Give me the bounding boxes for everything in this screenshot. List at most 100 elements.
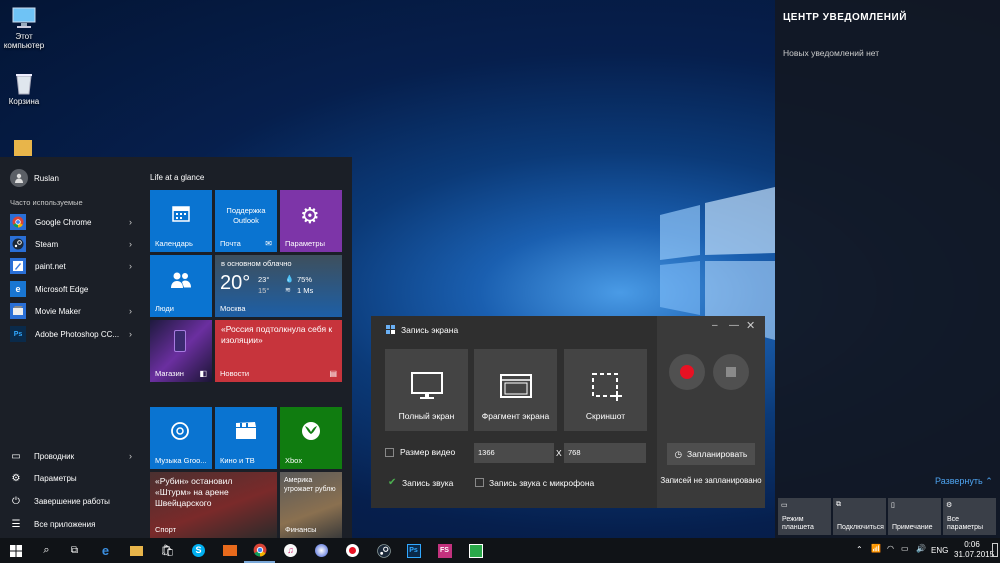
task-view-icon[interactable]: ⧉ [59, 538, 90, 563]
app-steam[interactable]: Steam › [10, 234, 134, 254]
recorder-title-bar: Запись экрана [386, 325, 458, 335]
user-account[interactable]: Ruslan [10, 168, 59, 188]
mic-checkbox[interactable] [475, 478, 484, 487]
user-avatar-icon [10, 169, 28, 187]
mode-region-button[interactable]: Фрагмент экрана [474, 349, 557, 431]
itunes-icon[interactable]: ♫ [275, 538, 306, 563]
chevron-right-icon[interactable]: › [129, 239, 132, 249]
app-photoshop[interactable]: Ps Adobe Photoshop CC... › [10, 324, 134, 344]
weather-high: 23° [258, 275, 270, 284]
quick-action-all-settings[interactable]: ⚙ Все параметры [943, 498, 996, 535]
tile-groove-music[interactable]: Музыка Groo... [150, 407, 212, 469]
network-icon[interactable]: 📶 [871, 544, 881, 553]
recorder-taskbar-icon[interactable] [337, 538, 368, 563]
tile-mail[interactable]: Поддержка Outlook Почта ✉ [215, 190, 277, 252]
groove-icon [170, 421, 190, 441]
tile-label: Магазин [155, 369, 184, 378]
wifi-icon[interactable]: ◠ [887, 544, 894, 553]
battery-icon[interactable]: ▭ [901, 544, 909, 553]
mode-screenshot-button[interactable]: Скриншот [564, 349, 647, 431]
app-microsoft-edge[interactable]: e Microsoft Edge [10, 279, 134, 299]
quick-action-note[interactable]: ▯ Примечание [888, 498, 941, 535]
people-icon [170, 271, 192, 289]
power-icon: ⏻ [12, 495, 20, 507]
volume-icon[interactable]: 🔊 [916, 544, 926, 553]
tile-finance[interactable]: Америка угрожает рублю Финансы [280, 472, 342, 538]
notification-center: ЦЕНТР УВЕДОМЛЕНИЙ Новых уведомлений нет … [775, 0, 1000, 538]
quick-action-connect[interactable]: ⧉ Подключиться [833, 498, 886, 535]
fs-app-icon[interactable]: FS [429, 538, 460, 563]
this-pc-desktop-icon[interactable]: Этот компьютер [3, 6, 45, 50]
tile-xbox[interactable]: Xbox [280, 407, 342, 469]
chevron-up-icon[interactable]: ⌃ [856, 545, 863, 554]
settings-item[interactable]: ⚙ Параметры [10, 468, 134, 488]
mode-full-screen-button[interactable]: Полный экран [385, 349, 468, 431]
clock[interactable]: 0:06 31.07.2015 [954, 540, 994, 560]
video-size-checkbox[interactable] [385, 448, 394, 457]
folder-icon[interactable] [14, 140, 32, 156]
recycle-bin-desktop-icon[interactable]: Корзина [3, 71, 45, 106]
tile-sport[interactable]: «Рубин» остановил «Штурм» на арене Швейц… [150, 472, 277, 538]
tile-settings[interactable]: ⚙ Параметры [280, 190, 342, 252]
tile-label: Спорт [155, 525, 177, 534]
weather-low: 15° [258, 286, 270, 295]
steam-icon[interactable] [368, 538, 399, 563]
chevron-right-icon[interactable]: › [129, 306, 132, 316]
schedule-button[interactable]: ◷ Запланировать [667, 443, 755, 465]
file-explorer-icon[interactable] [121, 538, 152, 563]
height-input[interactable]: 768 [564, 443, 646, 463]
recycle-bin-label: Корзина [8, 97, 40, 106]
minimize-icon[interactable]: – [712, 320, 718, 331]
tile-movies-tv[interactable]: Кино и ТВ [215, 407, 277, 469]
schedule-label: Запланировать [687, 449, 748, 459]
recorder-control-panel: – — ✕ ◷ Запланировать Записей не запланир… [657, 316, 765, 508]
power-item[interactable]: ⏻ Завершение работы [10, 491, 134, 511]
audio-checkbox[interactable]: ✔ [388, 478, 397, 488]
start-button[interactable] [0, 538, 31, 563]
gear-icon: ⚙ [946, 502, 953, 509]
explorer-item[interactable]: ▭ Проводник › [10, 446, 134, 466]
app-label: Steam [35, 239, 59, 249]
chrome-icon[interactable] [244, 538, 275, 563]
tile-label: Финансы [285, 525, 317, 534]
app-label: paint.net [35, 261, 66, 271]
record-button[interactable] [669, 354, 705, 390]
tile-weather[interactable]: в основном облачно 20° 23° 15° 💧 75% ≋ 1… [215, 255, 342, 317]
spreadsheet-app-icon[interactable] [460, 538, 491, 563]
weather-condition: в основном облачно [221, 259, 292, 268]
window-icon [499, 374, 532, 398]
chrome-icon [10, 214, 26, 230]
app-google-chrome[interactable]: Google Chrome › [10, 212, 134, 232]
photoshop-icon[interactable]: Ps [398, 538, 429, 563]
search-icon[interactable]: ⌕ [31, 538, 62, 563]
chevron-right-icon[interactable]: › [129, 217, 132, 227]
calendar-icon [172, 204, 190, 222]
explorer-label: Проводник [34, 451, 75, 461]
store-icon[interactable]: 🛍 [152, 538, 183, 563]
app-movie-maker[interactable]: Movie Maker › [10, 301, 134, 321]
action-center-icon[interactable] [992, 543, 998, 557]
stop-button[interactable] [713, 354, 749, 390]
media-player-icon[interactable] [214, 538, 245, 563]
tile-people[interactable]: Люди [150, 255, 212, 317]
maximize-icon[interactable]: — [729, 320, 739, 331]
all-apps-item[interactable]: ☰ Все приложения [10, 514, 134, 534]
tile-store[interactable]: Магазин ◧ [150, 320, 212, 382]
gear-icon: ⚙ [11, 472, 21, 484]
language-indicator[interactable]: ENG [931, 546, 948, 555]
width-input[interactable]: 1366 [474, 443, 554, 463]
app-paint-net[interactable]: paint.net › [10, 256, 134, 276]
clock-icon: ◷ [674, 448, 683, 459]
chevron-right-icon[interactable]: › [129, 451, 132, 461]
chevron-right-icon[interactable]: › [129, 329, 132, 339]
skype-icon[interactable]: S [183, 538, 214, 563]
screenshot-icon [591, 373, 622, 401]
quick-action-tablet-mode[interactable]: ▭ Режим планшета [778, 498, 831, 535]
tile-calendar[interactable]: Календарь [150, 190, 212, 252]
edge-icon[interactable]: e [90, 538, 121, 563]
close-icon[interactable]: ✕ [746, 319, 755, 332]
tile-news[interactable]: «Россия подтолкнула себя к изоляции» Нов… [215, 320, 342, 382]
chevron-right-icon[interactable]: › [129, 261, 132, 271]
browser-icon[interactable] [306, 538, 337, 563]
expand-link[interactable]: Развернуть ⌃ [935, 476, 993, 487]
